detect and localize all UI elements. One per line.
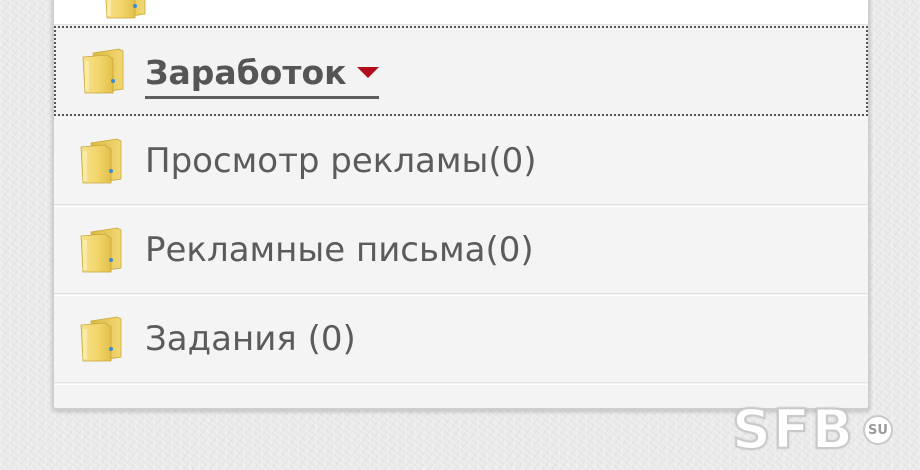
folder-icon [77,137,125,185]
folder-icon [77,226,125,274]
watermark-text: SFB [731,398,855,461]
menu-item-ad-views[interactable]: Просмотр рекламы(0) [54,117,868,205]
menu-item-label: Задания (0) [145,318,356,359]
folder-icon [77,315,125,363]
earnings-link[interactable]: Заработок [145,53,379,99]
watermark-logo: SFB SU [731,398,893,461]
menu-item-label: Заработок [145,53,347,92]
menu-item-active-earnings[interactable]: Заработок [54,26,868,116]
folder-icon [101,0,149,20]
menu-item-tasks[interactable]: Задания (0) [54,295,868,383]
menu-item-partial[interactable] [54,0,868,25]
folder-icon [79,47,127,95]
caret-down-icon[interactable] [356,67,379,78]
menu-item-label: Рекламные письма(0) [145,229,534,270]
menu-item-ad-letters[interactable]: Рекламные письма(0) [54,206,868,294]
watermark-suffix: SU [862,415,893,445]
sidebar-menu: Заработок Просмотр рекламы(0) Рекламные … [52,0,870,410]
menu-item-label: Просмотр рекламы(0) [145,140,537,181]
